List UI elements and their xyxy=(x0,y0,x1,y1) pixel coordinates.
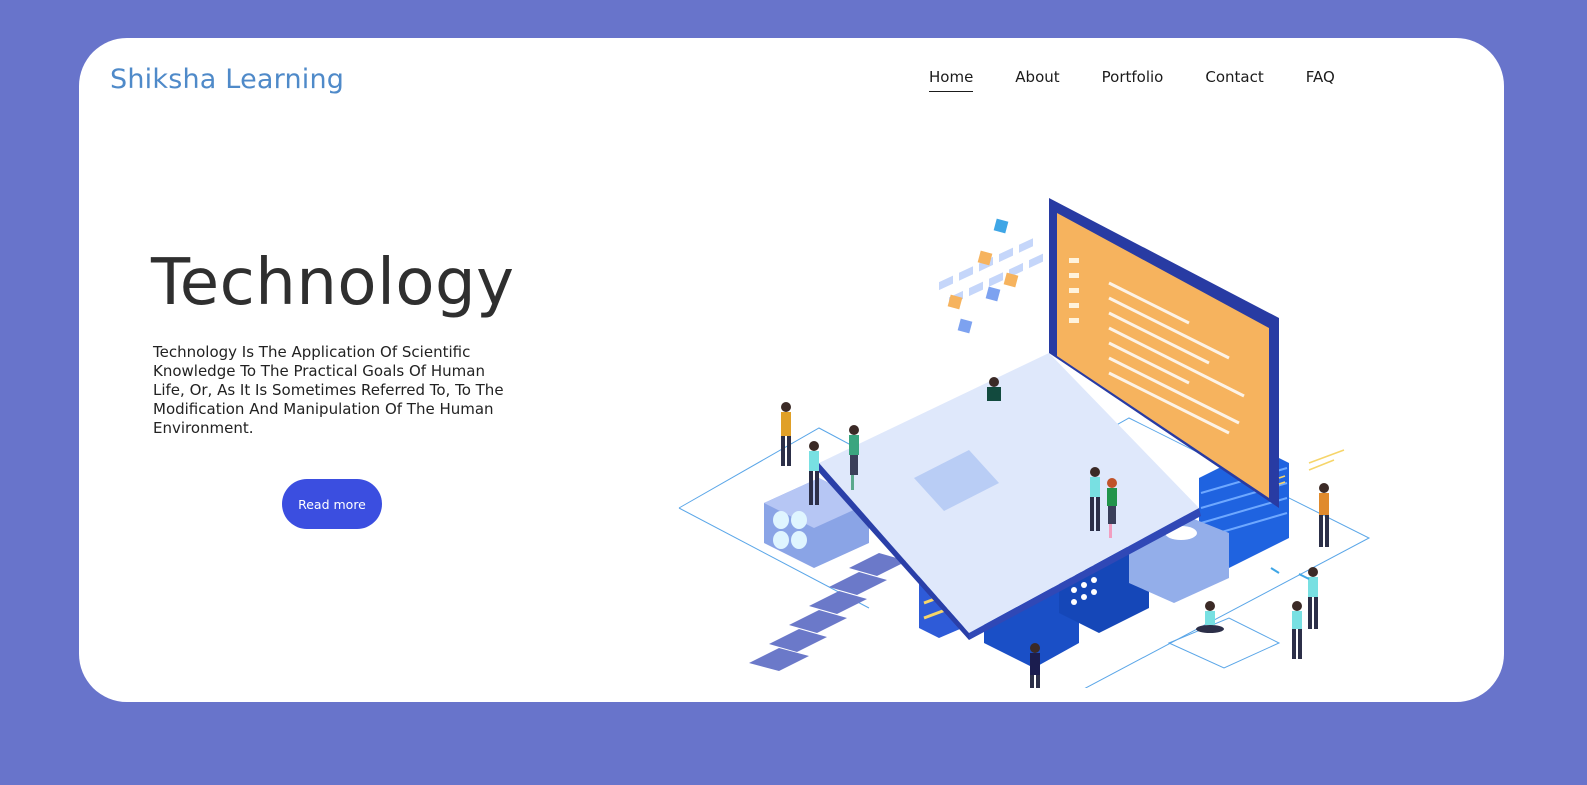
hero-description: Technology Is The Application Of Scienti… xyxy=(153,343,504,437)
nav-portfolio[interactable]: Portfolio xyxy=(1102,68,1164,92)
brand-logo[interactable]: Shiksha Learning xyxy=(110,64,344,95)
read-more-button[interactable]: Read more xyxy=(282,479,382,529)
main-card: Shiksha Learning Home About Portfolio Co… xyxy=(79,38,1504,702)
laptop-illustration-icon xyxy=(678,198,1371,688)
nav-faq[interactable]: FAQ xyxy=(1306,68,1335,92)
nav-about[interactable]: About xyxy=(1015,68,1059,92)
nav-contact[interactable]: Contact xyxy=(1205,68,1263,92)
main-nav: Home About Portfolio Contact FAQ xyxy=(929,68,1377,92)
nav-home[interactable]: Home xyxy=(929,68,974,92)
hero-title: Technology xyxy=(151,246,515,320)
